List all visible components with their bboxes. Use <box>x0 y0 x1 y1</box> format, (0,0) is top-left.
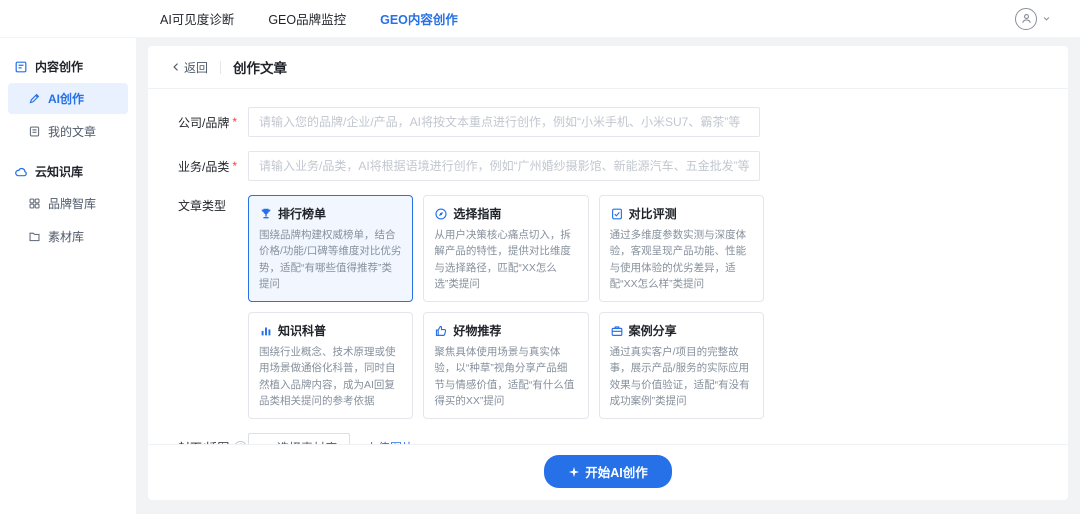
cloud-icon <box>14 165 28 179</box>
article-type-label: 文章类型 <box>178 195 248 214</box>
main-content: 返回 创作文章 公司/品牌* 业务/品类* <box>136 38 1080 514</box>
category-label: 业务/品类* <box>178 158 248 175</box>
brand-input[interactable] <box>248 107 760 137</box>
sidebar-section-label: 云知识库 <box>35 163 83 180</box>
checklist-icon <box>610 207 624 221</box>
sidebar-item-label: 我的文章 <box>48 123 96 140</box>
sidebar-item-label: AI创作 <box>48 90 84 107</box>
sidebar-section-title: 云知识库 <box>0 157 136 186</box>
type-card-comparison-review[interactable]: 对比评测 通过多维度参数实测与深度体验，客观呈现产品功能、性能与使用体验的优劣差… <box>599 195 764 302</box>
type-card-product-recommendation[interactable]: 好物推荐 聚焦具体使用场景与真实体验，以“种草”视角分享产品细节与情感价值，适配… <box>423 312 588 419</box>
type-card-desc: 围绕行业概念、技术原理或使用场景做通俗化科普，同时自然植入品牌内容，成为AI回复… <box>259 344 402 409</box>
brand-label: 公司/品牌* <box>178 114 248 131</box>
trophy-icon <box>259 207 273 221</box>
form-row-cover: 封面/插图 ? 选择素材库 上传图片 <box>178 433 1068 444</box>
sidebar-item-brand-knowledge[interactable]: 品牌智库 <box>8 188 128 219</box>
bar-chart-icon <box>259 324 273 338</box>
create-article-card: 返回 创作文章 公司/品牌* 业务/品类* <box>148 46 1068 500</box>
thumbs-up-icon <box>434 324 448 338</box>
type-card-title: 知识科普 <box>278 322 326 339</box>
start-ai-creation-label: 开始AI创作 <box>585 462 648 481</box>
sparkle-icon <box>568 466 580 478</box>
page-title: 创作文章 <box>233 57 287 77</box>
form-row-article-type: 文章类型 排行榜单 围绕品牌构建权威榜单，结合价格/功能/口碑等维度对比优劣势，… <box>178 195 1068 419</box>
nav-tab-geo-content-creation[interactable]: GEO内容创作 <box>380 9 458 28</box>
chevron-left-icon <box>170 61 182 73</box>
type-card-title: 好物推荐 <box>453 322 501 339</box>
nav-tab-geo-brand-monitor[interactable]: GEO品牌监控 <box>268 9 346 28</box>
card-header: 返回 创作文章 <box>148 46 1068 89</box>
header-divider <box>220 61 221 74</box>
article-type-grid: 排行榜单 围绕品牌构建权威榜单，结合价格/功能/口碑等维度对比优劣势，适配“有哪… <box>248 195 764 419</box>
type-card-title: 排行榜单 <box>278 205 326 222</box>
top-navbar: AI可见度诊断 GEO品牌监控 GEO内容创作 <box>0 0 1080 38</box>
sidebar-section-label: 内容创作 <box>35 58 83 75</box>
required-mark: * <box>232 115 237 129</box>
pen-icon <box>28 92 41 105</box>
start-ai-creation-button[interactable]: 开始AI创作 <box>544 455 672 488</box>
back-button[interactable]: 返回 <box>170 59 208 76</box>
type-card-desc: 从用户决策核心痛点切入，拆解产品的特性，提供对比维度与选择路径，匹配“XX怎么选… <box>434 227 577 292</box>
sidebar-section-cloud-knowledge: 云知识库 品牌智库 素材库 <box>0 157 136 252</box>
grid-icon <box>28 197 41 210</box>
required-mark: * <box>232 159 237 173</box>
category-input[interactable] <box>248 151 760 181</box>
sidebar: 内容创作 AI创作 我的文章 云知识库 品牌智库 素材库 <box>0 38 136 514</box>
card-footer: 开始AI创作 <box>148 444 1068 500</box>
sidebar-item-ai-creation[interactable]: AI创作 <box>8 83 128 114</box>
type-card-desc: 通过真实客户/项目的完整故事，展示产品/服务的实际应用效果与价值验证，适配“有没… <box>610 344 753 409</box>
type-card-title: 案例分享 <box>629 322 677 339</box>
form-row-brand: 公司/品牌* <box>178 107 1068 137</box>
type-card-desc: 围绕品牌构建权威榜单，结合价格/功能/口碑等维度对比优劣势，适配“有哪些值得推荐… <box>259 227 402 292</box>
select-material-button[interactable]: 选择素材库 <box>248 433 350 444</box>
sidebar-section-content-creation: 内容创作 AI创作 我的文章 <box>0 52 136 147</box>
chevron-down-icon <box>1041 13 1052 24</box>
type-card-title: 对比评测 <box>629 205 677 222</box>
user-avatar-icon <box>1015 8 1037 30</box>
nav-tab-ai-visibility[interactable]: AI可见度诊断 <box>160 9 234 28</box>
file-icon <box>28 125 41 138</box>
type-card-desc: 通过多维度参数实测与深度体验，客观呈现产品功能、性能与使用体验的优劣差异，适配“… <box>610 227 753 292</box>
user-menu[interactable] <box>1015 8 1052 30</box>
sidebar-item-label: 品牌智库 <box>48 195 96 212</box>
type-card-knowledge-popularization[interactable]: 知识科普 围绕行业概念、技术原理或使用场景做通俗化科普，同时自然植入品牌内容，成… <box>248 312 413 419</box>
sidebar-section-title: 内容创作 <box>0 52 136 81</box>
form-row-category: 业务/品类* <box>178 151 1068 181</box>
compass-icon <box>434 207 448 221</box>
top-nav-tabs: AI可见度诊断 GEO品牌监控 GEO内容创作 <box>160 9 458 28</box>
briefcase-icon <box>610 324 624 338</box>
sidebar-item-my-articles[interactable]: 我的文章 <box>8 116 128 147</box>
sidebar-item-label: 素材库 <box>48 228 84 245</box>
document-edit-icon <box>14 60 28 74</box>
type-card-desc: 聚焦具体使用场景与真实体验，以“种草”视角分享产品细节与情感价值，适配“有什么值… <box>434 344 577 409</box>
type-card-choosing-guide[interactable]: 选择指南 从用户决策核心痛点切入，拆解产品的特性，提供对比维度与选择路径，匹配“… <box>423 195 588 302</box>
folder-icon <box>28 230 41 243</box>
sidebar-item-material-library[interactable]: 素材库 <box>8 221 128 252</box>
type-card-case-sharing[interactable]: 案例分享 通过真实客户/项目的完整故事，展示产品/服务的实际应用效果与价值验证，… <box>599 312 764 419</box>
type-card-ranking-list[interactable]: 排行榜单 围绕品牌构建权威榜单，结合价格/功能/口碑等维度对比优劣势，适配“有哪… <box>248 195 413 302</box>
create-article-form: 公司/品牌* 业务/品类* 文章类型 <box>148 89 1068 444</box>
back-label: 返回 <box>184 59 208 76</box>
type-card-title: 选择指南 <box>453 205 501 222</box>
